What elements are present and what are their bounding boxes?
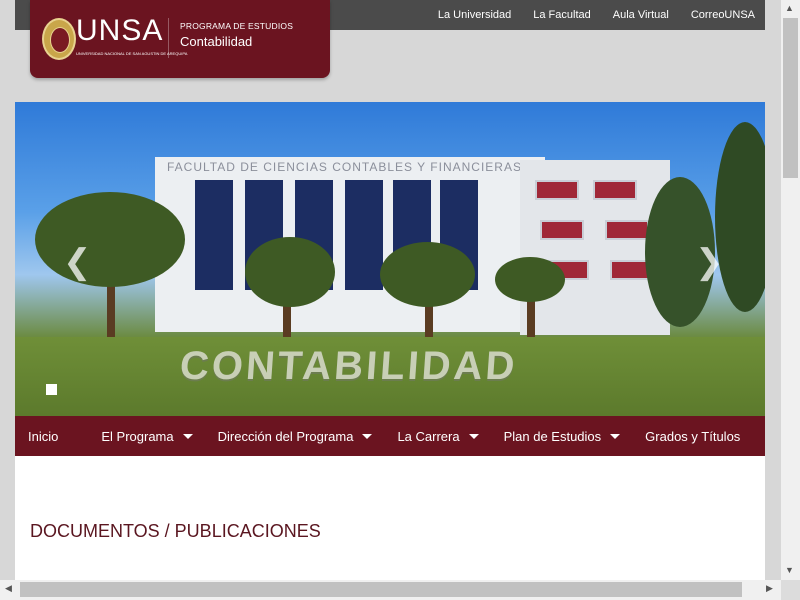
caret-down-icon <box>610 433 621 439</box>
top-link-universidad[interactable]: La Universidad <box>438 9 511 21</box>
nav-item-direccion[interactable]: Dirección del Programa <box>205 416 385 456</box>
site-logo[interactable]: UNSA UNIVERSIDAD NACIONAL DE SAN AGUSTIN… <box>30 0 330 78</box>
caret-down-icon <box>362 433 373 439</box>
tree <box>495 257 565 302</box>
chevron-left-icon[interactable]: ❮ <box>63 242 92 282</box>
hedge-lettering: CONTABILIDAD <box>178 344 520 388</box>
program-name: Contabilidad <box>180 34 253 49</box>
carousel-indicator[interactable] <box>46 384 57 395</box>
nav-item-plan-estudios[interactable]: Plan de Estudios <box>491 416 633 456</box>
top-link-correo[interactable]: CorreoUNSA <box>691 9 755 21</box>
scroll-down-icon[interactable]: ▼ <box>785 565 794 575</box>
program-label: PROGRAMA DE ESTUDIOS <box>180 21 294 31</box>
nav-label: El Programa <box>101 428 174 444</box>
nav-item-el-programa[interactable]: El Programa <box>88 416 204 456</box>
scroll-up-icon[interactable]: ▲ <box>785 3 794 13</box>
logo-divider <box>168 18 169 58</box>
scrollbar-corner <box>781 580 800 600</box>
nav-item-grados[interactable]: Grados y Títulos <box>632 416 740 456</box>
top-link-facultad[interactable]: La Facultad <box>533 9 590 21</box>
top-links: La Universidad La Facultad Aula Virtual … <box>438 0 755 30</box>
nav-label: La Carrera <box>397 428 460 444</box>
horizontal-scroll-thumb[interactable] <box>20 582 742 597</box>
tree <box>380 242 475 307</box>
hero-carousel: FACULTAD DE CIENCIAS CONTABLES Y FINANCI… <box>15 102 765 416</box>
scroll-right-icon[interactable]: ▶ <box>766 583 773 594</box>
tree <box>35 192 185 287</box>
nav-label: Plan de Estudios <box>503 428 602 444</box>
vertical-scrollbar[interactable]: ▲ ▼ <box>781 0 800 580</box>
nav-item-inicio[interactable]: Inicio <box>15 416 88 456</box>
tree <box>715 122 765 312</box>
university-seal-icon <box>42 18 76 60</box>
facade-text: FACULTAD DE CIENCIAS CONTABLES Y FINANCI… <box>167 160 522 174</box>
vertical-scroll-thumb[interactable] <box>783 18 798 178</box>
nav-label: Grados y Títulos <box>645 428 741 444</box>
main-nav: Inicio El Programa Dirección del Program… <box>15 416 765 456</box>
brand-name: UNSA <box>76 14 164 47</box>
nav-label: Inicio <box>28 428 59 444</box>
top-link-aula-virtual[interactable]: Aula Virtual <box>613 9 669 21</box>
nav-label: Dirección del Programa <box>217 428 354 444</box>
caret-down-icon <box>468 433 479 439</box>
scroll-left-icon[interactable]: ◀ <box>5 583 12 594</box>
chevron-right-icon[interactable]: ❯ <box>695 242 724 282</box>
caret-down-icon <box>182 433 193 439</box>
nav-item-la-carrera[interactable]: La Carrera <box>384 416 490 456</box>
brand-subtitle: UNIVERSIDAD NACIONAL DE SAN AGUSTIN DE A… <box>76 51 188 56</box>
section-title: DOCUMENTOS / PUBLICACIONES <box>30 521 321 541</box>
main-content: DOCUMENTOS / PUBLICACIONES <box>15 456 765 580</box>
horizontal-scrollbar[interactable]: ◀ ▶ <box>0 580 781 600</box>
tree <box>245 237 335 307</box>
